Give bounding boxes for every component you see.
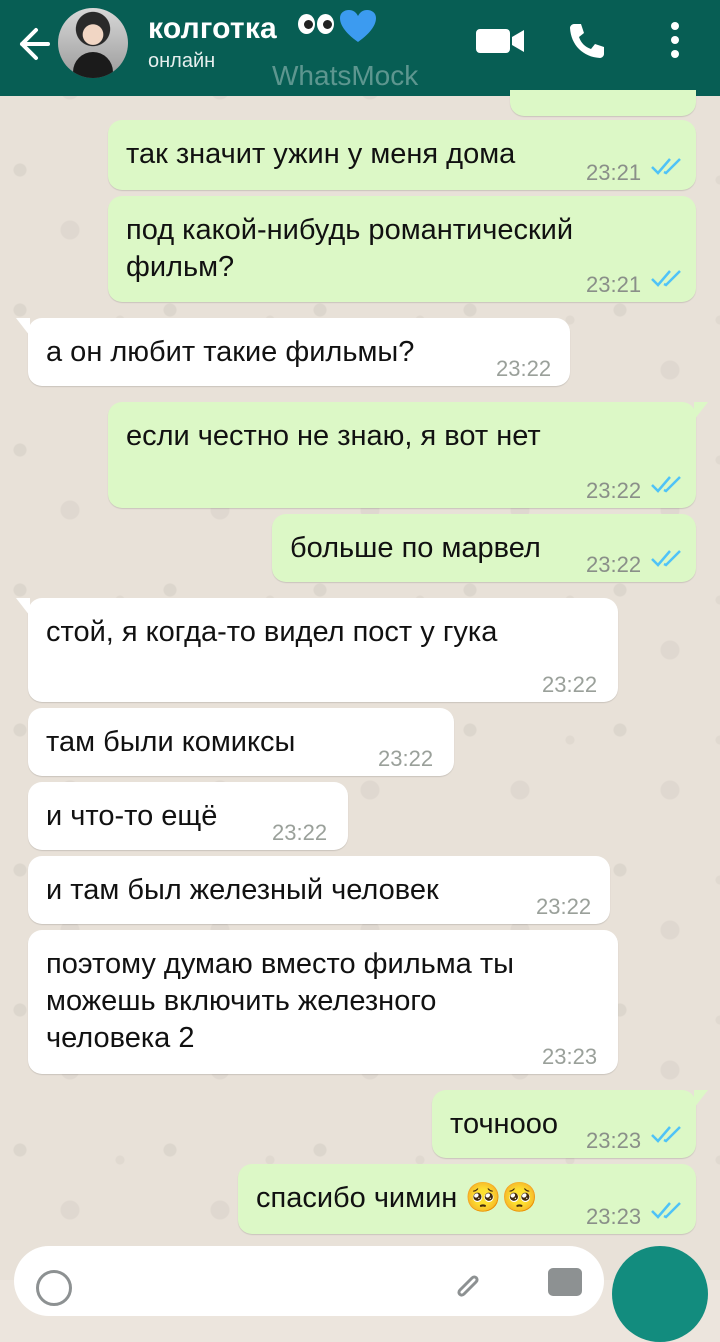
message-time: 23:22 (496, 356, 552, 381)
phone-call-icon[interactable] (566, 20, 608, 62)
double-check-icon (651, 476, 681, 493)
message-incoming[interactable]: и что-то ещё 23:22 (28, 782, 348, 850)
message-time: 23:22 (378, 746, 434, 771)
message-input[interactable] (14, 1246, 604, 1316)
message-incoming[interactable]: поэтому думаю вместо фильма ты можешь вк… (28, 930, 618, 1074)
message-time: 23:22 (586, 478, 642, 503)
message-time: 23:22 (542, 672, 598, 697)
message-text: поэтому думаю вместо фильма ты можешь вк… (46, 948, 514, 1054)
back-arrow-icon[interactable] (14, 24, 54, 64)
message-time: 23:22 (272, 820, 328, 845)
heart-icon (340, 10, 376, 42)
message-incoming[interactable]: стой, я когда-то видел пост у гука 23:22 (16, 598, 618, 702)
message-outgoing[interactable]: больше по марвел 23:22 (272, 514, 696, 582)
message-time: 23:23 (586, 1204, 642, 1229)
attach-icon[interactable] (452, 1270, 482, 1300)
video-call-icon[interactable] (474, 24, 526, 58)
chat-header: колготка онлайн WhatsMock (0, 0, 720, 96)
double-check-icon (651, 1202, 681, 1219)
message-incoming[interactable]: а он любит такие фильмы? 23:22 (16, 318, 570, 386)
message-outgoing[interactable]: если честно не знаю, я вот нет 23:22 (108, 402, 708, 508)
message-incoming[interactable]: и там был железный человек 23:22 (28, 856, 610, 924)
message-outgoing[interactable]: спасибо чимин 🥺🥺 23:23 (238, 1164, 696, 1234)
message-time: 23:22 (586, 552, 642, 577)
contact-name[interactable]: колготка (148, 12, 277, 46)
more-options-icon[interactable] (668, 20, 682, 60)
message-text: стой, я когда-то видел пост у гука (46, 616, 498, 648)
message-time: 23:23 (586, 1128, 642, 1153)
double-check-icon (651, 158, 681, 175)
message-text: если честно не знаю, я вот нет (126, 420, 541, 452)
message-partial (510, 90, 696, 116)
message-outgoing[interactable]: точнооо 23:23 (432, 1090, 708, 1158)
double-check-icon (651, 270, 681, 287)
message-text: а он любит такие фильмы? (46, 336, 415, 368)
message-time: 23:23 (542, 1044, 598, 1069)
contact-status: онлайн (148, 50, 216, 72)
mic-icon[interactable] (612, 1246, 708, 1342)
double-check-icon (651, 550, 681, 567)
camera-icon[interactable] (548, 1268, 582, 1296)
message-text: точнооо (450, 1108, 558, 1140)
message-outgoing[interactable]: так значит ужин у меня дома 23:21 (108, 120, 696, 190)
message-time: 23:21 (586, 272, 642, 297)
message-incoming[interactable]: там были комиксы 23:22 (28, 708, 454, 776)
message-text: и там был железный человек (46, 874, 439, 906)
message-time: 23:21 (586, 160, 642, 185)
avatar[interactable] (58, 8, 128, 78)
message-time: 23:22 (536, 894, 592, 919)
message-text: под какой-нибудь романтический фильм? (126, 214, 574, 283)
double-check-icon (651, 1126, 681, 1143)
message-outgoing[interactable]: под какой-нибудь романтический фильм? 23… (108, 196, 696, 302)
watermark: WhatsMock (272, 60, 419, 91)
emoji-icon[interactable] (36, 1270, 72, 1306)
eyes-emoji (298, 14, 336, 39)
